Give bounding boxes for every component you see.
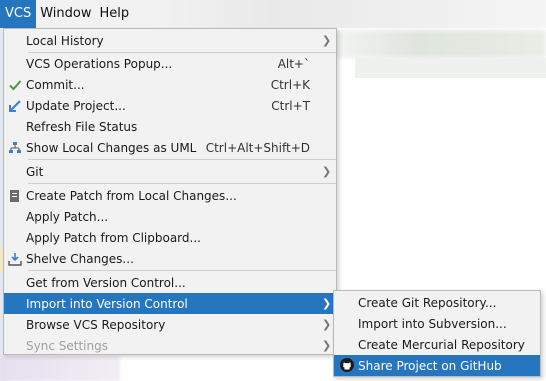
shortcut-label: Alt+` xyxy=(277,56,310,71)
menu-item-label: Commit... xyxy=(26,77,85,92)
submenu-item-import-into-subversion[interactable]: Import into Subversion... xyxy=(334,313,540,334)
menu-item-sync-settings: Sync Settings ❯ xyxy=(4,335,336,356)
menu-item-label: Apply Patch... xyxy=(26,209,109,224)
menu-item-label: Show Local Changes as UML xyxy=(26,140,197,155)
menu-item-label: Sync Settings xyxy=(26,338,108,353)
menu-item-apply-patch[interactable]: Apply Patch... xyxy=(4,206,336,227)
submenu-item-share-on-github[interactable]: Share Project on GitHub xyxy=(334,355,540,376)
github-icon xyxy=(339,357,355,373)
blurred-status-area xyxy=(0,356,120,381)
vcs-dropdown-menu: Local History ❯ VCS Operations Popup... … xyxy=(3,28,337,355)
blurred-toolbar-area xyxy=(330,30,546,58)
shortcut-label: Ctrl+Alt+Shift+D xyxy=(205,140,310,155)
menu-item-label: Browse VCS Repository xyxy=(26,317,166,332)
menu-item-label: Get from Version Control... xyxy=(26,275,186,290)
menu-item-refresh-file-status[interactable]: Refresh File Status xyxy=(4,116,336,137)
menu-item-show-local-changes-uml[interactable]: Show Local Changes as UML Ctrl+Alt+Shift… xyxy=(4,137,336,158)
menu-help[interactable]: Help xyxy=(96,0,134,28)
menu-item-git[interactable]: Git ❯ xyxy=(4,161,336,182)
menu-bar: VCS Window Help xyxy=(0,0,546,28)
import-submenu: Create Git Repository... Import into Sub… xyxy=(333,290,541,377)
menu-item-browse-vcs-repository[interactable]: Browse VCS Repository ❯ xyxy=(4,314,336,335)
menu-item-update-project[interactable]: Update Project... Ctrl+T xyxy=(4,95,336,116)
menu-vcs[interactable]: VCS xyxy=(0,0,37,28)
menu-item-local-history[interactable]: Local History ❯ xyxy=(4,30,336,51)
menu-item-label: Git xyxy=(26,164,44,179)
shortcut-label: Ctrl+K xyxy=(270,77,310,92)
menu-item-label: Import into Version Control xyxy=(26,296,188,311)
checkmark-icon xyxy=(4,74,26,95)
menu-separator xyxy=(28,270,336,271)
shortcut-label: Ctrl+T xyxy=(271,98,310,113)
menu-item-label: Create Patch from Local Changes... xyxy=(26,188,237,203)
menu-item-label: Shelve Changes... xyxy=(26,251,134,266)
menu-item-import-into-vcs[interactable]: Import into Version Control ❯ xyxy=(4,293,336,314)
shelve-icon xyxy=(4,248,26,269)
menu-window[interactable]: Window xyxy=(36,0,95,28)
menu-item-create-patch[interactable]: Create Patch from Local Changes... xyxy=(4,185,336,206)
menu-item-shelve-changes[interactable]: Shelve Changes... xyxy=(4,248,336,269)
blurred-editor-area xyxy=(355,58,546,78)
uml-diagram-icon xyxy=(4,137,26,158)
menu-item-label: Update Project... xyxy=(26,98,126,113)
menu-separator xyxy=(28,159,336,160)
menu-item-label: VCS Operations Popup... xyxy=(26,56,173,71)
submenu-item-create-mercurial-repository[interactable]: Create Mercurial Repository xyxy=(334,334,540,355)
menu-item-vcs-operations-popup[interactable]: VCS Operations Popup... Alt+` xyxy=(4,53,336,74)
menu-item-get-from-vcs[interactable]: Get from Version Control... xyxy=(4,272,336,293)
menu-item-commit[interactable]: Commit... Ctrl+K xyxy=(4,74,336,95)
update-arrow-icon xyxy=(4,95,26,116)
patch-file-icon xyxy=(4,185,26,206)
menu-item-apply-patch-clipboard[interactable]: Apply Patch from Clipboard... xyxy=(4,227,336,248)
menu-item-label: Refresh File Status xyxy=(26,119,138,134)
submenu-arrow-icon: ❯ xyxy=(322,34,332,47)
submenu-arrow-icon: ❯ xyxy=(322,165,332,178)
menu-item-label: Local History xyxy=(26,33,104,48)
menu-item-label: Apply Patch from Clipboard... xyxy=(26,230,201,245)
submenu-item-create-git-repository[interactable]: Create Git Repository... xyxy=(334,292,540,313)
menu-separator xyxy=(28,183,336,184)
